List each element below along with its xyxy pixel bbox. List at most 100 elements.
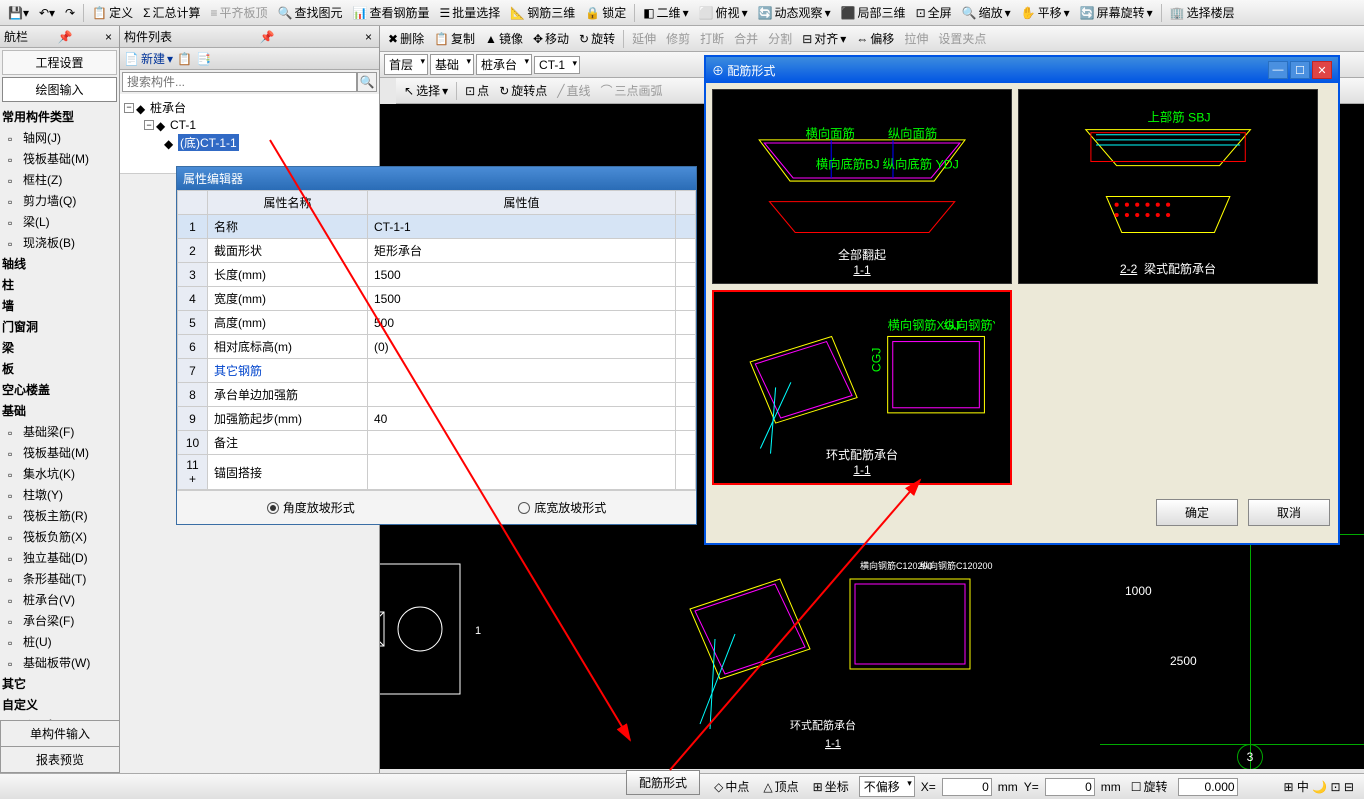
midpoint-toggle[interactable]: ◇ 中点 xyxy=(710,776,753,797)
nav-item[interactable]: ▫独立基础(D) xyxy=(0,547,119,568)
nav-group-header[interactable]: 自定义 xyxy=(0,694,119,715)
orbit-btn[interactable]: 🔄 动态观察▾ xyxy=(754,2,835,23)
view-rebar-btn[interactable]: 📊 查看钢筋量 xyxy=(349,2,434,23)
nav-item[interactable]: ▫桩(U) xyxy=(0,631,119,652)
cancel-button[interactable]: 取消 xyxy=(1248,499,1330,526)
nav-item[interactable]: ▫轴网(J) xyxy=(0,127,119,148)
save-icon[interactable]: 💾▾ xyxy=(4,4,33,22)
nav-section-project[interactable]: 工程设置 xyxy=(2,50,117,75)
grip-btn[interactable]: 设置夹点 xyxy=(934,28,990,49)
rot-point-tool[interactable]: ↻ 旋转点 xyxy=(495,80,551,101)
tab-report[interactable]: 报表预览 xyxy=(0,746,120,773)
nav-group-header[interactable]: 柱 xyxy=(0,274,119,295)
local-3d-btn[interactable]: ⬛ 局部三维 xyxy=(837,2,910,23)
coord-toggle[interactable]: ⊞ 坐标 xyxy=(809,776,853,797)
sum-calc-btn[interactable]: Σ 汇总计算 xyxy=(139,2,204,23)
rotate-btn[interactable]: ↻ 旋转 xyxy=(575,28,619,49)
zoom-btn[interactable]: 🔍 缩放▾ xyxy=(958,2,1015,23)
nav-group-header[interactable]: 门窗洞 xyxy=(0,316,119,337)
nav-item[interactable]: ▫框柱(Z) xyxy=(0,169,119,190)
delete-btn[interactable]: ✖ 删除 xyxy=(384,28,428,49)
maximize-icon[interactable]: ☐ xyxy=(1290,61,1310,79)
ct-combo[interactable]: CT-1 xyxy=(534,56,580,74)
copy-btn[interactable]: 📋 复制 xyxy=(430,28,479,49)
tree-node[interactable]: ◆ (底)CT-1-1 xyxy=(124,133,375,152)
top-view-btn[interactable]: ⬜ 俯视▾ xyxy=(695,2,752,23)
nav-item[interactable]: ▫条形基础(T) xyxy=(0,568,119,589)
find-elem-btn[interactable]: 🔍 查找图元 xyxy=(274,2,347,23)
merge-btn[interactable]: 合并 xyxy=(730,28,762,49)
radio-angle-slope[interactable]: 角度放坡形式 xyxy=(267,499,355,516)
prop-row[interactable]: 5高度(mm)500 xyxy=(178,311,696,335)
nav-item[interactable]: ▫基础梁(F) xyxy=(0,421,119,442)
search-input[interactable] xyxy=(122,72,357,92)
offset-combo[interactable]: 不偏移 xyxy=(859,776,915,797)
pin-icon[interactable]: 📌 xyxy=(58,30,73,44)
rotate-input[interactable] xyxy=(1178,778,1238,796)
vertex-toggle[interactable]: △ 顶点 xyxy=(759,776,802,797)
pan-btn[interactable]: ✋ 平移▾ xyxy=(1017,2,1074,23)
break-btn[interactable]: 打断 xyxy=(696,28,728,49)
batch-select-btn[interactable]: ☰ 批量选择 xyxy=(435,2,504,23)
floor-combo[interactable]: 首层 xyxy=(384,54,428,75)
tree-node[interactable]: − ◆ CT-1 xyxy=(124,117,375,133)
nav-section-draw[interactable]: 绘图输入 xyxy=(2,77,117,102)
prop-row[interactable]: 4宽度(mm)1500 xyxy=(178,287,696,311)
nav-group-header[interactable]: 常用构件类型 xyxy=(0,106,119,127)
tab-single-input[interactable]: 单构件输入 xyxy=(0,720,120,747)
align-btn[interactable]: ⊟ 对齐▾ xyxy=(798,28,850,49)
fullscreen-btn[interactable]: ⊡ 全屏 xyxy=(912,2,956,23)
line-tool[interactable]: ╱ 直线 xyxy=(553,80,594,101)
prop-row[interactable]: 3长度(mm)1500 xyxy=(178,263,696,287)
define-btn[interactable]: 📋 定义 xyxy=(88,2,137,23)
pile-combo[interactable]: 桩承台 xyxy=(476,54,532,75)
prop-row[interactable]: 2截面形状矩形承台 xyxy=(178,239,696,263)
select-floor-btn[interactable]: 🏢 选择楼层 xyxy=(1166,2,1239,23)
prop-row[interactable]: 9加强筋起步(mm)40 xyxy=(178,407,696,431)
nav-group-header[interactable]: 空心楼盖 xyxy=(0,379,119,400)
pin-icon[interactable]: 📌 xyxy=(260,30,275,44)
nav-item[interactable]: ▫柱墩(Y) xyxy=(0,484,119,505)
nav-group-header[interactable]: 墙 xyxy=(0,295,119,316)
lock-btn[interactable]: 🔒 锁定 xyxy=(581,2,630,23)
config-option-1[interactable]: 横向面筋 纵向面筋 横向底筋BJ 纵向底筋 YDJ 全部翻起 1-1 xyxy=(712,89,1012,284)
split-btn[interactable]: 分割 xyxy=(764,28,796,49)
prop-row[interactable]: 1名称CT-1-1 xyxy=(178,215,696,239)
base-combo[interactable]: 基础 xyxy=(430,54,474,75)
close-icon[interactable]: × xyxy=(102,30,115,44)
align-top-btn[interactable]: ≡ 平齐板顶 xyxy=(207,2,272,23)
tree-node[interactable]: − ◆ 桩承台 xyxy=(124,98,375,117)
extend-btn[interactable]: 延伸 xyxy=(628,28,660,49)
nav-group-header[interactable]: 轴线 xyxy=(0,253,119,274)
rebar-3d-btn[interactable]: 📐 钢筋三维 xyxy=(506,2,579,23)
arc-tool[interactable]: ⌒ 三点画弧 xyxy=(597,80,667,101)
nav-item[interactable]: ▫筏板负筋(X) xyxy=(0,526,119,547)
minimize-icon[interactable]: — xyxy=(1268,61,1288,79)
mirror-btn[interactable]: ▲ 镜像 xyxy=(481,28,527,49)
prop-row[interactable]: 7其它钢筋 xyxy=(178,359,696,383)
nav-item[interactable]: ▫集水坑(K) xyxy=(0,463,119,484)
offset-btn[interactable]: ⇔ 偏移 xyxy=(852,28,898,49)
nav-group-header[interactable]: 其它 xyxy=(0,673,119,694)
screen-rotate-btn[interactable]: 🔄 屏幕旋转▾ xyxy=(1076,2,1157,23)
nav-item[interactable]: ▫筏板基础(M) xyxy=(0,442,119,463)
prop-row[interactable]: 6相对底标高(m)(0) xyxy=(178,335,696,359)
config-option-2[interactable]: 上部筋 SBJ 2-2 梁式配筋承台 xyxy=(1018,89,1318,284)
move-btn[interactable]: ✥ 移动 xyxy=(529,28,573,49)
props-icon[interactable]: 📑 xyxy=(196,52,211,66)
prop-row[interactable]: 10备注 xyxy=(178,431,696,455)
select-tool[interactable]: ↖ 选择 ▾ xyxy=(400,80,452,101)
prop-row[interactable]: 8承台单边加强筋 xyxy=(178,383,696,407)
dialog-title-bar[interactable]: ⊕ 配筋形式 — ☐ ✕ xyxy=(706,57,1338,83)
nav-item[interactable]: ▫梁(L) xyxy=(0,211,119,232)
ok-button[interactable]: 确定 xyxy=(1156,499,1238,526)
search-button[interactable]: 🔍 xyxy=(357,72,377,92)
close-icon[interactable]: × xyxy=(362,30,375,44)
2d-btn[interactable]: ◧ 二维▾ xyxy=(639,2,692,23)
new-button[interactable]: 📄 新建 ▾ xyxy=(124,50,173,67)
nav-item[interactable]: ▫桩承台(V) xyxy=(0,589,119,610)
nav-item[interactable]: ▫承台梁(F) xyxy=(0,610,119,631)
nav-item[interactable]: ▫现浇板(B) xyxy=(0,232,119,253)
radio-width-slope[interactable]: 底宽放坡形式 xyxy=(518,499,606,516)
trim-btn[interactable]: 修剪 xyxy=(662,28,694,49)
